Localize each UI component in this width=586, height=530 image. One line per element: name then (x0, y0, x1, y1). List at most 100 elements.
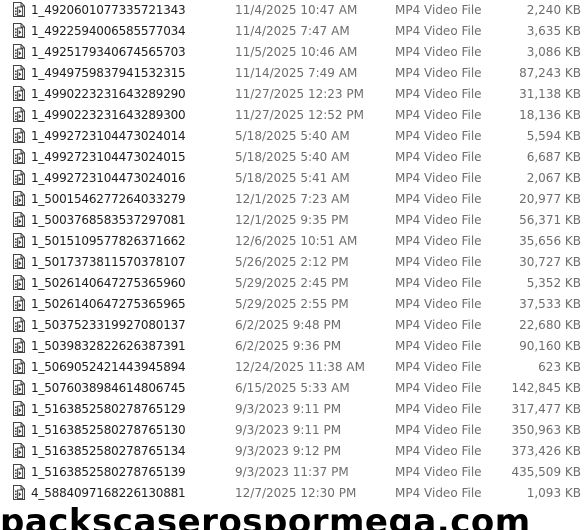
video-file-icon (13, 401, 25, 416)
file-row[interactable]: 1_5076038984614806745 6/15/2025 5:33 AM … (0, 378, 586, 399)
file-size: 20,977 KB (519, 192, 581, 206)
file-name: 1_4992723104473024016 (31, 171, 186, 185)
file-name: 1_4990223231643289290 (31, 87, 186, 101)
file-name: 1_5001546277264033279 (31, 192, 186, 206)
file-size: 435,509 KB (511, 465, 581, 479)
file-name: 1_4920601077335721343 (31, 3, 186, 17)
file-date-modified: 6/15/2025 5:33 AM (235, 381, 350, 395)
file-name: 1_5026140647275365965 (31, 297, 186, 311)
file-type: MP4 Video File (395, 465, 482, 479)
file-type: MP4 Video File (395, 66, 482, 80)
file-size: 31,138 KB (519, 87, 581, 101)
file-explorer-window: 1_4920601077335721343 11/4/2025 10:47 AM… (0, 0, 586, 530)
file-row[interactable]: 1_4992723104473024015 5/18/2025 5:40 AM … (0, 147, 586, 168)
file-row[interactable]: 1_4990223231643289290 11/27/2025 12:23 P… (0, 84, 586, 105)
file-name: 1_5163852580278765130 (31, 423, 186, 437)
file-type: MP4 Video File (395, 318, 482, 332)
video-file-icon (13, 233, 25, 248)
file-row[interactable]: 1_4992723104473024016 5/18/2025 5:41 AM … (0, 168, 586, 189)
file-size: 22,680 KB (519, 318, 581, 332)
file-type: MP4 Video File (395, 129, 482, 143)
file-name: 1_5069052421443945894 (31, 360, 186, 374)
file-name: 1_5039832822626387391 (31, 339, 186, 353)
file-type: MP4 Video File (395, 255, 482, 269)
file-name: 1_4949759837941532315 (31, 66, 186, 80)
file-row[interactable]: 1_5026140647275365960 5/29/2025 2:45 PM … (0, 273, 586, 294)
file-row[interactable]: 1_4990223231643289300 11/27/2025 12:52 P… (0, 105, 586, 126)
file-row[interactable]: 1_4922594006585577034 11/4/2025 7:47 AM … (0, 21, 586, 42)
video-file-icon (13, 2, 25, 17)
file-date-modified: 11/5/2025 10:46 AM (235, 45, 358, 59)
video-file-icon (13, 128, 25, 143)
video-file-icon (13, 422, 25, 437)
file-date-modified: 5/18/2025 5:40 AM (235, 129, 350, 143)
file-name: 1_5076038984614806745 (31, 381, 186, 395)
file-type: MP4 Video File (395, 87, 482, 101)
video-file-icon (13, 443, 25, 458)
file-type: MP4 Video File (395, 234, 482, 248)
file-row[interactable]: 1_5003768583537297081 12/1/2025 9:35 PM … (0, 210, 586, 231)
video-file-icon (13, 23, 25, 38)
file-date-modified: 12/6/2025 10:51 AM (235, 234, 358, 248)
file-row[interactable]: 1_5163852580278765134 9/3/2023 9:12 PM M… (0, 441, 586, 462)
file-date-modified: 11/4/2025 7:47 AM (235, 24, 350, 38)
file-name: 1_5015109577826371662 (31, 234, 186, 248)
file-row[interactable]: 1_5015109577826371662 12/6/2025 10:51 AM… (0, 231, 586, 252)
video-file-icon (13, 359, 25, 374)
video-file-icon (13, 296, 25, 311)
file-name: 1_5003768583537297081 (31, 213, 186, 227)
file-type: MP4 Video File (395, 360, 482, 374)
file-date-modified: 6/2/2025 9:36 PM (235, 339, 342, 353)
file-row[interactable]: 1_5163852580278765139 9/3/2023 11:37 PM … (0, 462, 586, 483)
file-date-modified: 6/2/2025 9:48 PM (235, 318, 342, 332)
file-row[interactable]: 1_5037523319927080137 6/2/2025 9:48 PM M… (0, 315, 586, 336)
video-file-icon (13, 338, 25, 353)
file-date-modified: 9/3/2023 9:12 PM (235, 444, 342, 458)
file-row[interactable]: 1_5163852580278765129 9/3/2023 9:11 PM M… (0, 399, 586, 420)
file-type: MP4 Video File (395, 402, 482, 416)
file-type: MP4 Video File (395, 171, 482, 185)
file-name: 1_4922594006585577034 (31, 24, 186, 38)
file-date-modified: 11/14/2025 7:49 AM (235, 66, 358, 80)
file-row[interactable]: 1_4920601077335721343 11/4/2025 10:47 AM… (0, 0, 586, 21)
file-name: 1_5017373811570378107 (31, 255, 186, 269)
file-date-modified: 5/26/2025 2:12 PM (235, 255, 349, 269)
file-size: 142,845 KB (511, 381, 581, 395)
file-row[interactable]: 1_5039832822626387391 6/2/2025 9:36 PM M… (0, 336, 586, 357)
file-date-modified: 12/1/2025 7:23 AM (235, 192, 350, 206)
file-row[interactable]: 1_4925179340674565703 11/5/2025 10:46 AM… (0, 42, 586, 63)
file-row[interactable]: 1_5163852580278765130 9/3/2023 9:11 PM M… (0, 420, 586, 441)
file-size: 5,594 KB (526, 129, 581, 143)
file-row[interactable]: 1_5069052421443945894 12/24/2025 11:38 A… (0, 357, 586, 378)
file-type: MP4 Video File (395, 213, 482, 227)
file-date-modified: 5/18/2025 5:40 AM (235, 150, 350, 164)
file-row[interactable]: 4_5884097168226130881 12/7/2025 12:30 PM… (0, 483, 586, 504)
file-date-modified: 12/24/2025 11:38 AM (235, 360, 365, 374)
file-date-modified: 11/27/2025 12:52 PM (235, 108, 364, 122)
video-file-icon (13, 464, 25, 479)
file-type: MP4 Video File (395, 423, 482, 437)
video-file-icon (13, 275, 25, 290)
file-row[interactable]: 1_5017373811570378107 5/26/2025 2:12 PM … (0, 252, 586, 273)
video-file-icon (13, 191, 25, 206)
file-row[interactable]: 1_5001546277264033279 12/1/2025 7:23 AM … (0, 189, 586, 210)
file-size: 30,727 KB (519, 255, 581, 269)
video-file-icon (13, 107, 25, 122)
file-row[interactable]: 1_4949759837941532315 11/14/2025 7:49 AM… (0, 63, 586, 84)
file-row[interactable]: 1_5026140647275365965 5/29/2025 2:55 PM … (0, 294, 586, 315)
video-file-icon (13, 149, 25, 164)
file-date-modified: 11/27/2025 12:23 PM (235, 87, 364, 101)
file-date-modified: 12/7/2025 12:30 PM (235, 486, 357, 500)
file-name: 1_4990223231643289300 (31, 108, 186, 122)
file-row[interactable]: 1_4992723104473024014 5/18/2025 5:40 AM … (0, 126, 586, 147)
video-file-icon (13, 44, 25, 59)
file-size: 1,093 KB (526, 486, 581, 500)
file-size: 2,067 KB (526, 171, 581, 185)
file-type: MP4 Video File (395, 444, 482, 458)
file-size: 623 KB (538, 360, 581, 374)
file-name: 1_4925179340674565703 (31, 45, 186, 59)
file-size: 6,687 KB (526, 150, 581, 164)
file-name: 1_5163852580278765134 (31, 444, 186, 458)
file-type: MP4 Video File (395, 45, 482, 59)
file-type: MP4 Video File (395, 486, 482, 500)
